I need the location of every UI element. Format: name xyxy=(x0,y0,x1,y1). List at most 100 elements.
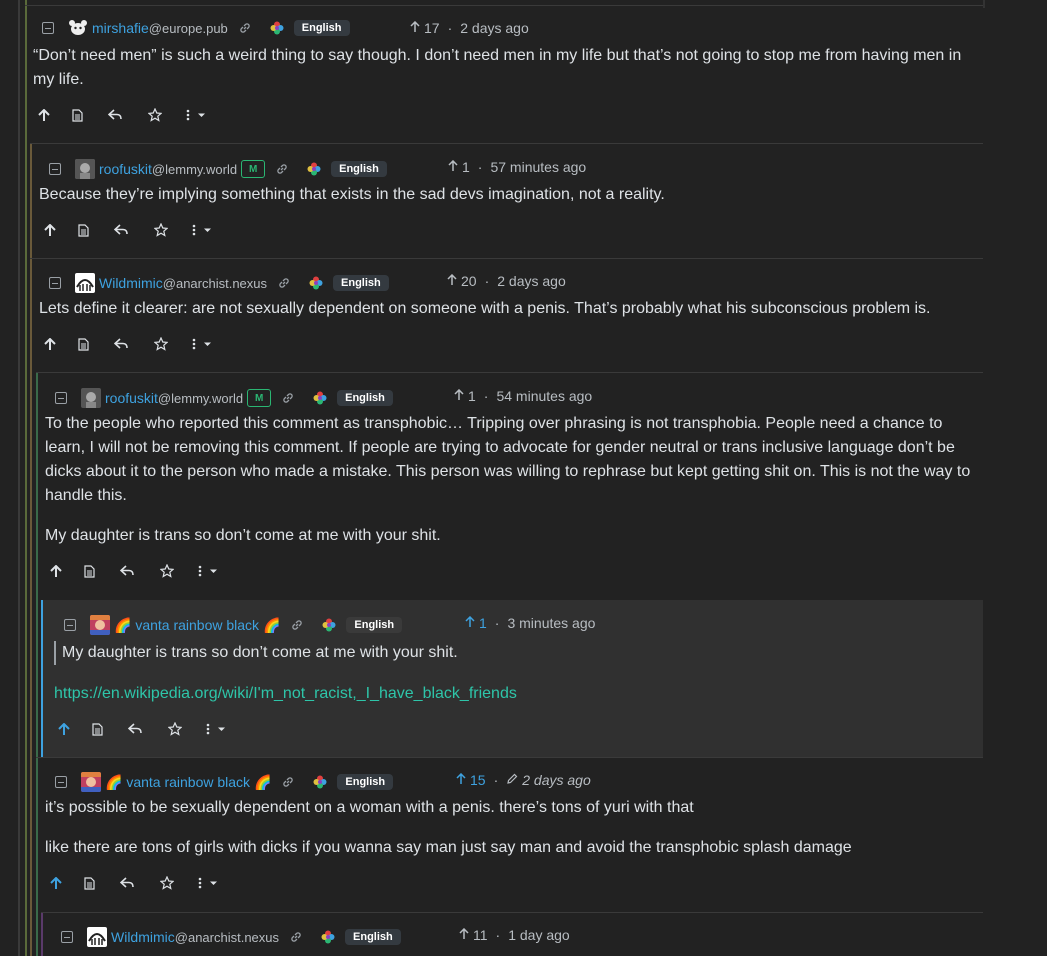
upvote-button[interactable] xyxy=(44,223,78,237)
edited-pencil-icon xyxy=(506,772,518,788)
username[interactable]: Wildmimic xyxy=(99,275,163,291)
timestamp[interactable]: 2 days ago xyxy=(460,20,529,36)
view-source-button[interactable] xyxy=(78,337,114,351)
avatar[interactable] xyxy=(68,20,88,36)
reply-button[interactable] xyxy=(120,565,160,577)
avatar[interactable] xyxy=(87,927,107,947)
collapse-button[interactable] xyxy=(64,619,76,631)
comment-header: Wildmimic @anarchist.nexus English xyxy=(49,273,389,293)
more-options-button[interactable] xyxy=(196,565,226,577)
upvote-button[interactable] xyxy=(38,108,72,122)
more-options-button[interactable] xyxy=(204,723,234,735)
upvote-button[interactable] xyxy=(58,722,92,736)
comment-body: it’s possible to be sexually dependent o… xyxy=(45,796,980,876)
divider xyxy=(30,143,983,144)
save-button[interactable] xyxy=(160,876,196,890)
upvote-button[interactable] xyxy=(44,337,78,351)
community-icon[interactable] xyxy=(309,276,323,290)
save-icon xyxy=(168,722,182,736)
upvote-button[interactable] xyxy=(50,876,84,890)
collapse-button[interactable] xyxy=(49,163,61,175)
timestamp[interactable]: 2 days ago xyxy=(522,772,591,788)
thread-line xyxy=(41,912,43,956)
save-button[interactable] xyxy=(154,223,190,237)
view-source-button[interactable] xyxy=(78,223,114,237)
avatar[interactable] xyxy=(81,388,101,408)
timestamp[interactable]: 3 minutes ago xyxy=(507,615,595,631)
comment-body: Lets define it clearer: are not sexually… xyxy=(39,297,979,337)
username[interactable]: 🌈 vanta rainbow black 🌈 xyxy=(105,774,271,791)
comment-body: To the people who reported this comment … xyxy=(45,412,980,564)
reply-button[interactable] xyxy=(108,109,148,121)
save-button[interactable] xyxy=(160,564,196,578)
blockquote: My daughter is trans so don’t come at me… xyxy=(54,641,974,665)
timestamp[interactable]: 57 minutes ago xyxy=(490,159,586,175)
upvote-icon xyxy=(44,223,56,236)
user-instance: @europe.pub xyxy=(148,20,228,36)
save-icon xyxy=(160,876,174,890)
save-button[interactable] xyxy=(154,337,190,351)
more-options-button[interactable] xyxy=(190,224,220,236)
username[interactable]: mirshafie xyxy=(92,20,149,36)
avatar[interactable] xyxy=(75,159,95,179)
collapse-button[interactable] xyxy=(42,22,54,34)
save-button[interactable] xyxy=(168,722,204,736)
link-icon[interactable] xyxy=(277,276,291,290)
more-options-icon xyxy=(192,224,211,236)
more-options-button[interactable] xyxy=(184,109,214,121)
reply-button[interactable] xyxy=(120,877,160,889)
external-link[interactable]: https://en.wikipedia.org/wiki/I'm_not_ra… xyxy=(54,685,517,702)
reply-button[interactable] xyxy=(114,338,154,350)
language-badge: English xyxy=(337,774,394,790)
avatar[interactable] xyxy=(90,615,110,635)
collapse-button[interactable] xyxy=(49,277,61,289)
community-icon[interactable] xyxy=(307,162,321,176)
collapse-button[interactable] xyxy=(55,392,67,404)
score-time: 11 · 1 day ago xyxy=(459,927,570,943)
save-icon xyxy=(160,564,174,578)
username[interactable]: roofuskit xyxy=(99,161,152,177)
thread-line xyxy=(36,372,38,956)
view-source-button[interactable] xyxy=(84,564,120,578)
link-icon[interactable] xyxy=(275,162,289,176)
link-icon[interactable] xyxy=(289,930,303,944)
link-icon[interactable] xyxy=(281,391,295,405)
username[interactable]: Wildmimic xyxy=(111,929,175,945)
username[interactable]: roofuskit xyxy=(105,390,158,406)
score-time: 15 · 2 days ago xyxy=(456,772,591,788)
reply-button[interactable] xyxy=(128,723,168,735)
view-source-button[interactable] xyxy=(84,876,120,890)
score-time: 17 · 2 days ago xyxy=(410,20,529,36)
more-options-button[interactable] xyxy=(190,338,220,350)
community-icon[interactable] xyxy=(322,618,336,632)
community-icon[interactable] xyxy=(270,21,284,35)
thread-line xyxy=(25,0,27,956)
more-options-button[interactable] xyxy=(196,877,226,889)
save-button[interactable] xyxy=(148,108,184,122)
view-source-button[interactable] xyxy=(92,722,128,736)
timestamp[interactable]: 2 days ago xyxy=(497,273,566,289)
save-icon xyxy=(154,337,168,351)
avatar[interactable] xyxy=(75,273,95,293)
timestamp[interactable]: 1 day ago xyxy=(508,927,570,943)
avatar[interactable] xyxy=(81,772,101,792)
reply-icon xyxy=(120,877,134,888)
community-icon[interactable] xyxy=(321,930,335,944)
community-icon[interactable] xyxy=(313,391,327,405)
link-icon[interactable] xyxy=(281,775,295,789)
view-source-button[interactable] xyxy=(72,108,108,122)
username[interactable]: 🌈 vanta rainbow black 🌈 xyxy=(114,617,280,634)
comment-header: 🌈 vanta rainbow black 🌈 English xyxy=(64,615,403,635)
upvote-icon xyxy=(58,722,70,735)
community-icon[interactable] xyxy=(313,775,327,789)
timestamp[interactable]: 54 minutes ago xyxy=(496,388,592,404)
collapse-button[interactable] xyxy=(61,931,73,943)
view-source-icon xyxy=(84,876,95,890)
reply-button[interactable] xyxy=(114,224,154,236)
collapse-button[interactable] xyxy=(55,776,67,788)
link-icon[interactable] xyxy=(238,21,252,35)
link-icon[interactable] xyxy=(290,618,304,632)
score: 20 xyxy=(461,273,477,289)
arrow-up-icon xyxy=(448,159,458,175)
upvote-button[interactable] xyxy=(50,564,84,578)
